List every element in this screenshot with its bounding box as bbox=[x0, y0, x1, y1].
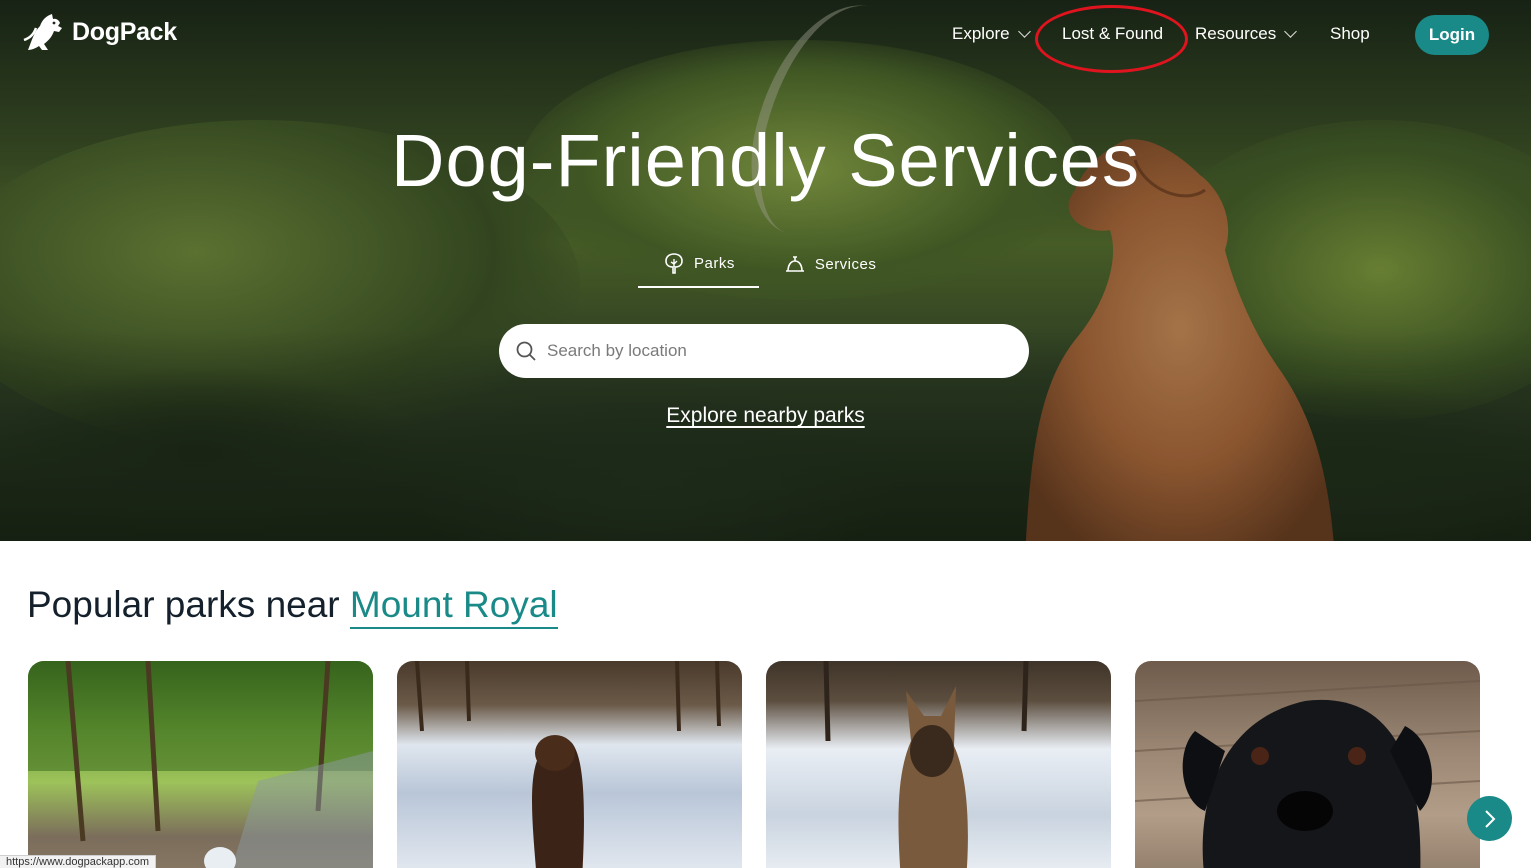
nav-resources[interactable]: Resources bbox=[1195, 24, 1298, 44]
service-bell-icon bbox=[785, 256, 804, 272]
dogpack-logo-icon bbox=[23, 14, 62, 50]
tab-parks-label: Parks bbox=[694, 254, 735, 272]
park-card[interactable] bbox=[1135, 661, 1480, 868]
search-icon bbox=[516, 341, 536, 361]
annotation-circle bbox=[1035, 5, 1188, 73]
search-input[interactable] bbox=[547, 341, 987, 361]
top-navigation: DogPack Explore Lost & Found Resources S… bbox=[0, 0, 1531, 73]
nav-resources-label: Resources bbox=[1195, 24, 1277, 43]
park-photo bbox=[28, 661, 373, 868]
park-card[interactable] bbox=[28, 661, 373, 868]
dog-portrait-photo bbox=[1135, 680, 1480, 868]
status-bar-url: https://www.dogpackapp.com bbox=[0, 855, 157, 868]
brand-name: DogPack bbox=[72, 17, 177, 46]
location-link[interactable]: Mount Royal bbox=[349, 584, 558, 629]
nav-explore-label: Explore bbox=[952, 24, 1010, 43]
explore-nearby-parks-link[interactable]: Explore nearby parks bbox=[666, 404, 864, 427]
nav-shop[interactable]: Shop bbox=[1330, 24, 1370, 44]
nav-explore[interactable]: Explore bbox=[952, 24, 1031, 44]
location-search[interactable] bbox=[499, 324, 1029, 378]
popular-parks-heading: Popular parks near Mount Royal bbox=[27, 584, 558, 629]
chevron-down-icon bbox=[1017, 25, 1031, 38]
carousel-next-button[interactable] bbox=[1467, 796, 1512, 841]
tree-icon bbox=[665, 253, 683, 274]
park-card[interactable] bbox=[397, 661, 742, 868]
explore-nearby-parks-link-wrap: Explore nearby parks bbox=[0, 404, 1531, 428]
tab-services-label: Services bbox=[814, 255, 877, 273]
category-tabs: Parks Services bbox=[638, 240, 900, 288]
tab-parks[interactable]: Parks bbox=[638, 240, 759, 288]
dog-snow-photo bbox=[823, 661, 1029, 868]
login-button[interactable]: Login bbox=[1415, 15, 1489, 55]
chevron-down-icon bbox=[1284, 25, 1298, 38]
park-card[interactable] bbox=[766, 661, 1111, 868]
page-title: Dog-Friendly Services bbox=[391, 119, 1140, 202]
chevron-right-icon bbox=[1484, 809, 1495, 828]
dog-snow-photo bbox=[415, 661, 721, 868]
nav-shop-label: Shop bbox=[1330, 24, 1370, 43]
brand-logo[interactable]: DogPack bbox=[22, 10, 177, 54]
popular-parks-prefix: Popular parks near bbox=[27, 584, 340, 625]
tab-services[interactable]: Services bbox=[759, 240, 901, 288]
